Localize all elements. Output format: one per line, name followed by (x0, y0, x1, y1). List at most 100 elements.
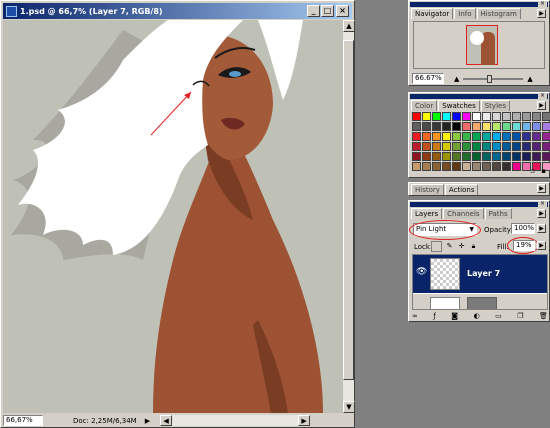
color-swatch[interactable] (522, 122, 531, 131)
minimize-button[interactable]: _ (307, 5, 320, 17)
lock-image-icon[interactable]: ✎ (444, 241, 455, 252)
color-swatch[interactable] (482, 142, 491, 151)
color-swatch[interactable] (452, 162, 461, 171)
lock-all-icon[interactable]: 🔒︎ (468, 241, 479, 252)
color-swatch[interactable] (492, 132, 501, 141)
lock-transparency-icon[interactable] (431, 241, 442, 252)
tab-paths[interactable]: Paths (484, 208, 512, 219)
panel-drag-bar[interactable] (410, 202, 548, 207)
color-swatch[interactable] (512, 142, 521, 151)
navigator-view-box[interactable] (466, 25, 498, 65)
color-swatch[interactable] (452, 122, 461, 131)
color-swatch[interactable] (412, 122, 421, 131)
color-swatch[interactable] (462, 152, 471, 161)
color-swatch[interactable] (422, 122, 431, 131)
color-swatch[interactable] (422, 162, 431, 171)
color-swatch[interactable] (532, 112, 541, 121)
color-swatch[interactable] (502, 152, 511, 161)
color-swatch[interactable] (512, 112, 521, 121)
document-titlebar[interactable]: 1.psd @ 66,7% (Layer 7, RGB/8) _ □ × (3, 3, 352, 19)
panel-drag-bar[interactable] (410, 2, 548, 7)
zoom-level-field[interactable]: 66,67% (3, 415, 43, 426)
color-swatch[interactable] (492, 122, 501, 131)
close-button[interactable]: × (336, 5, 349, 17)
color-swatch[interactable] (532, 142, 541, 151)
tab-history[interactable]: History (411, 184, 444, 195)
delete-layer-icon[interactable]: 🗑︎ (539, 312, 548, 322)
color-swatch[interactable] (522, 112, 531, 121)
panel-menu-arrow[interactable]: ▶ (537, 209, 546, 218)
color-swatch[interactable] (542, 132, 550, 141)
adjustment-layer-icon[interactable]: ◐ (474, 312, 480, 322)
color-swatch[interactable] (412, 132, 421, 141)
horizontal-scrollbar[interactable]: ◀ ▶ (160, 415, 311, 426)
tab-swatches[interactable]: Swatches (438, 100, 480, 111)
tab-histogram[interactable]: Histogram (476, 8, 521, 19)
color-swatch[interactable] (542, 152, 550, 161)
delete-swatch-icon[interactable]: ▪ (541, 167, 546, 175)
color-swatch[interactable] (512, 162, 521, 171)
color-swatch[interactable] (522, 132, 531, 141)
color-swatch[interactable] (502, 112, 511, 121)
color-swatch[interactable] (452, 132, 461, 141)
layer-style-icon[interactable]: ƒ (433, 312, 435, 322)
color-swatch[interactable] (482, 162, 491, 171)
panel-menu-arrow[interactable]: ▶ (537, 184, 546, 193)
color-swatch[interactable] (542, 142, 550, 151)
tab-color[interactable]: Color (411, 100, 438, 111)
layer-row-active[interactable]: 👁︎ Layer 7 (413, 255, 547, 293)
tab-navigator[interactable]: Navigator (411, 8, 454, 19)
panel-close-icon[interactable]: × (538, 93, 547, 99)
opacity-slider-arrow[interactable]: ▶ (537, 224, 546, 233)
zoom-slider[interactable] (463, 74, 524, 83)
panel-close-icon[interactable]: × (538, 201, 547, 207)
color-swatch[interactable] (412, 152, 421, 161)
color-swatch[interactable] (422, 132, 431, 141)
color-swatch[interactable] (472, 122, 481, 131)
image-canvas[interactable] (3, 20, 342, 413)
color-swatch[interactable] (472, 132, 481, 141)
scroll-left-arrow[interactable]: ◀ (160, 415, 173, 426)
tab-channels[interactable]: Channels (443, 208, 484, 219)
color-swatch[interactable] (492, 142, 501, 151)
fill-field[interactable]: 19% (513, 240, 535, 251)
color-swatch[interactable] (412, 112, 421, 121)
color-swatch[interactable] (472, 152, 481, 161)
status-menu-arrow[interactable]: ▶ (145, 417, 150, 425)
panel-close-icon[interactable]: × (538, 1, 547, 7)
color-swatch[interactable] (532, 152, 541, 161)
color-swatch[interactable] (532, 122, 541, 131)
color-swatch[interactable] (432, 152, 441, 161)
color-swatch[interactable] (482, 132, 491, 141)
color-swatch[interactable] (482, 112, 491, 121)
color-swatch[interactable] (442, 162, 451, 171)
color-swatch[interactable] (412, 142, 421, 151)
color-swatch[interactable] (532, 132, 541, 141)
tab-styles[interactable]: Styles (480, 100, 510, 111)
color-swatch[interactable] (432, 132, 441, 141)
color-swatch[interactable] (482, 122, 491, 131)
color-swatch[interactable] (462, 122, 471, 131)
color-swatch[interactable] (472, 162, 481, 171)
color-swatch[interactable] (462, 132, 471, 141)
color-swatch[interactable] (492, 162, 501, 171)
color-swatch[interactable] (422, 152, 431, 161)
color-swatch[interactable] (432, 112, 441, 121)
color-swatch[interactable] (482, 152, 491, 161)
layer-row[interactable] (413, 294, 547, 309)
color-swatch[interactable] (492, 152, 501, 161)
zoom-out-icon[interactable]: ▲ (454, 75, 459, 83)
color-swatch[interactable] (472, 112, 481, 121)
zoom-in-icon[interactable]: ▲ (527, 75, 532, 83)
color-swatch[interactable] (442, 122, 451, 131)
panel-menu-arrow[interactable]: ▶ (537, 9, 546, 18)
color-swatch[interactable] (512, 122, 521, 131)
scroll-thumb[interactable] (343, 40, 354, 380)
color-swatch[interactable] (442, 132, 451, 141)
panel-drag-bar[interactable] (410, 94, 548, 99)
color-swatch[interactable] (462, 112, 471, 121)
color-swatch[interactable] (462, 162, 471, 171)
color-swatch[interactable] (442, 152, 451, 161)
color-swatch[interactable] (432, 142, 441, 151)
new-layer-icon[interactable]: ❐ (517, 312, 523, 322)
